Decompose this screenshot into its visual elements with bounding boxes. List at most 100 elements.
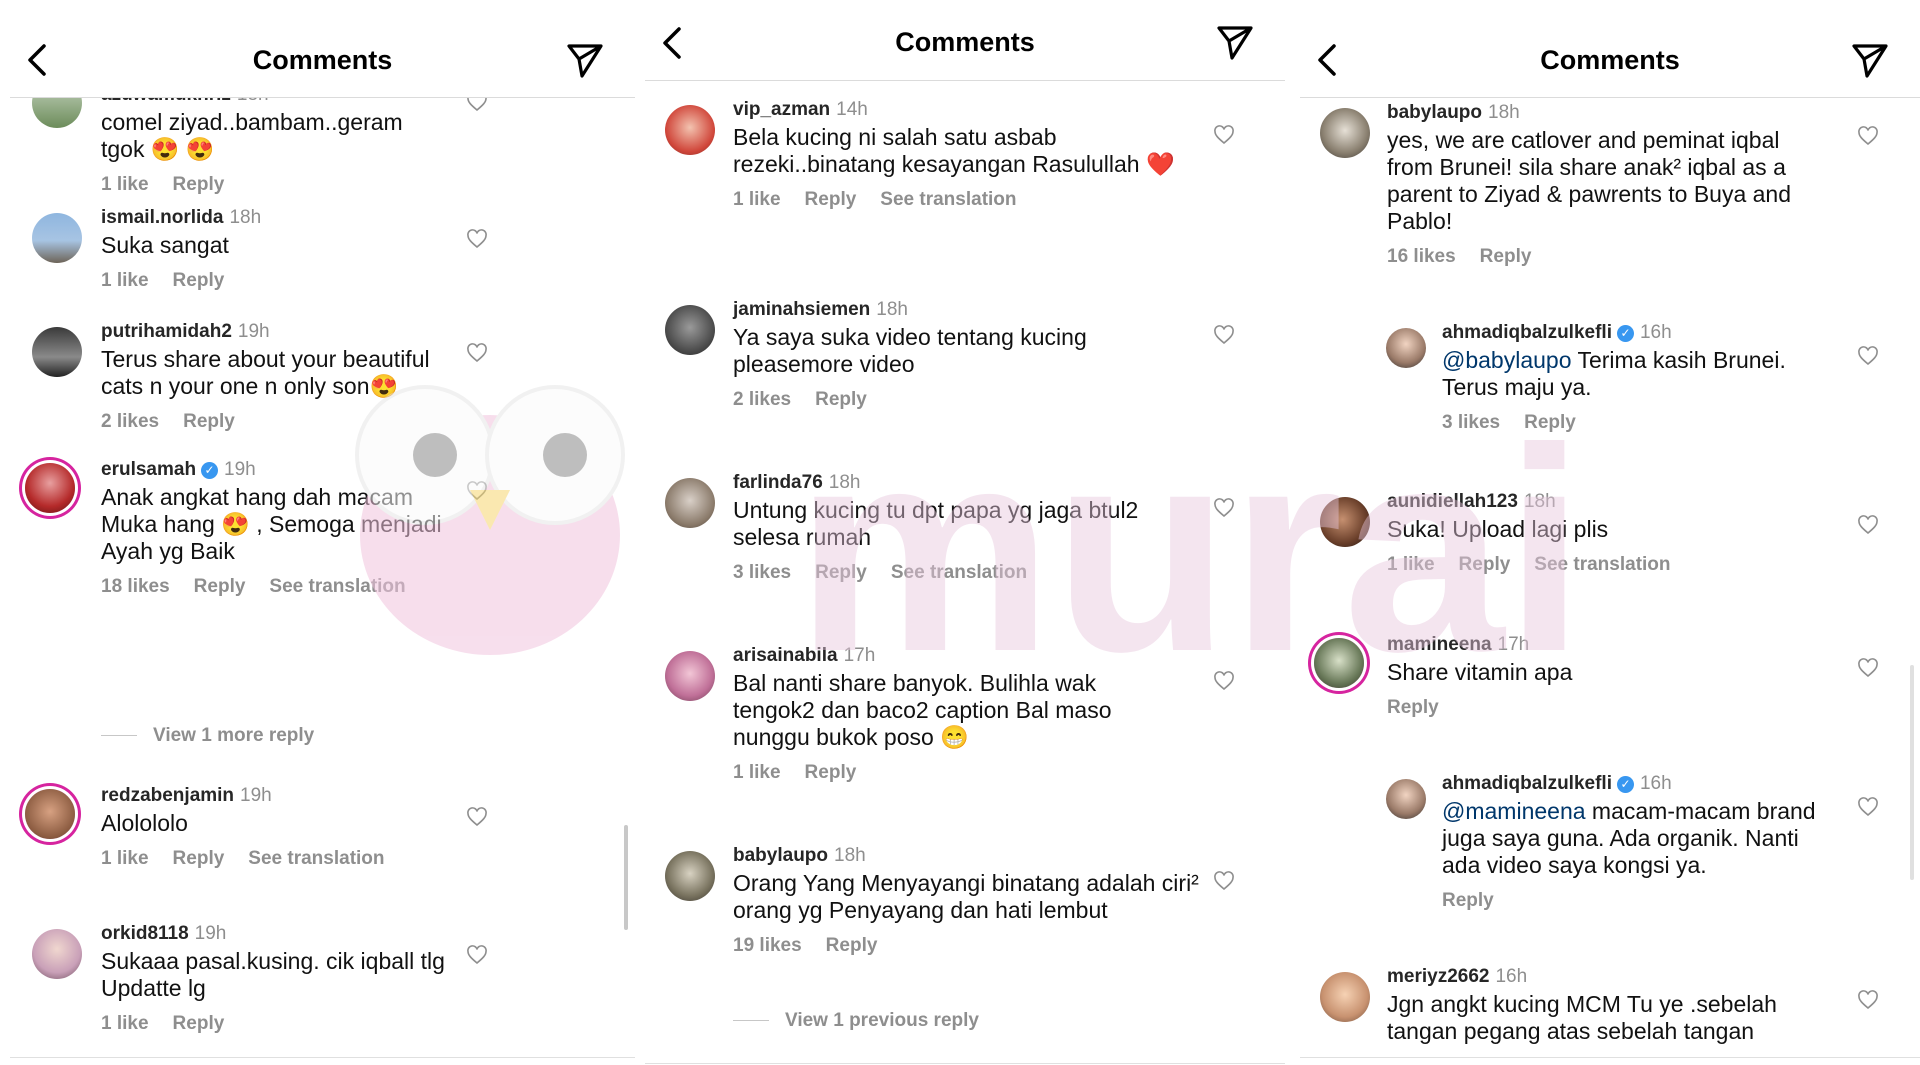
reply-button[interactable]: Reply bbox=[1442, 890, 1494, 911]
avatar[interactable] bbox=[1314, 638, 1364, 688]
view-previous-replies-button[interactable]: View 1 previous reply bbox=[733, 1010, 979, 1032]
like-count[interactable]: 1 like bbox=[101, 848, 149, 869]
reply-button[interactable]: Reply bbox=[173, 848, 225, 869]
avatar[interactable] bbox=[32, 327, 82, 377]
heart-outline-icon[interactable] bbox=[1213, 498, 1235, 518]
like-count[interactable]: 1 like bbox=[733, 189, 781, 210]
mention-link[interactable]: @babylaupo bbox=[1442, 347, 1572, 373]
avatar[interactable] bbox=[1320, 108, 1370, 158]
comment-time: 16h bbox=[1495, 966, 1528, 987]
reply-button[interactable]: Reply bbox=[805, 189, 857, 210]
heart-outline-icon[interactable] bbox=[466, 807, 488, 827]
like-count[interactable]: 2 likes bbox=[101, 411, 159, 432]
see-translation-link[interactable]: See translation bbox=[880, 189, 1016, 210]
page-title: Comments bbox=[895, 27, 1035, 57]
comment-username[interactable]: erulsamah bbox=[101, 459, 196, 480]
see-translation-link[interactable]: See translation bbox=[248, 848, 384, 869]
heart-outline-icon[interactable] bbox=[1213, 671, 1235, 691]
avatar[interactable] bbox=[1386, 779, 1426, 819]
like-count[interactable]: 1 like bbox=[101, 174, 149, 195]
comment-username[interactable]: redzabenjamin bbox=[101, 785, 234, 806]
comment-username[interactable]: ahmadiqbalzulkefli bbox=[1442, 773, 1612, 794]
avatar[interactable] bbox=[1320, 972, 1370, 1022]
reply-button[interactable]: Reply bbox=[173, 1013, 225, 1034]
comment-username[interactable]: orkid8118 bbox=[101, 923, 189, 944]
avatar[interactable] bbox=[665, 305, 715, 355]
avatar[interactable] bbox=[665, 651, 715, 701]
divider bbox=[645, 1063, 1285, 1064]
reply-button[interactable]: Reply bbox=[173, 174, 225, 195]
avatar[interactable] bbox=[32, 929, 82, 979]
reply-button[interactable]: Reply bbox=[194, 576, 246, 597]
like-count[interactable]: 2 likes bbox=[733, 389, 791, 410]
avatar[interactable] bbox=[32, 213, 82, 263]
comment-text: Bal nanti share banyok. Bulihla wak teng… bbox=[733, 670, 1112, 750]
paper-plane-icon[interactable] bbox=[565, 40, 605, 80]
heart-outline-icon[interactable] bbox=[466, 945, 488, 965]
reply-button[interactable]: Reply bbox=[815, 562, 867, 583]
reply-button[interactable]: Reply bbox=[1459, 554, 1511, 575]
like-count[interactable]: 1 like bbox=[1387, 554, 1435, 575]
like-count[interactable]: 18 likes bbox=[101, 576, 170, 597]
paper-plane-icon[interactable] bbox=[1850, 40, 1890, 80]
comment-username[interactable]: ahmadiqbalzulkefli bbox=[1442, 322, 1612, 343]
comment-time: 18h bbox=[229, 207, 262, 228]
comment-username[interactable]: putrihamidah2 bbox=[101, 321, 232, 342]
comment-time: 18h bbox=[876, 299, 908, 320]
comment-username[interactable]: jaminahsiemen bbox=[733, 299, 870, 320]
see-translation-link[interactable]: See translation bbox=[269, 576, 405, 597]
scrollbar[interactable] bbox=[1910, 665, 1914, 880]
avatar[interactable] bbox=[665, 478, 715, 528]
reply-button[interactable]: Reply bbox=[815, 389, 867, 410]
reply-button[interactable]: Reply bbox=[173, 270, 225, 291]
reply-button[interactable]: Reply bbox=[183, 411, 235, 432]
avatar[interactable] bbox=[665, 105, 715, 155]
like-count[interactable]: 3 likes bbox=[1442, 412, 1500, 433]
like-count[interactable]: 1 like bbox=[733, 762, 781, 783]
comment-username[interactable]: mamineena bbox=[1387, 634, 1492, 655]
avatar[interactable] bbox=[1320, 497, 1370, 547]
comment-username[interactable]: farlinda76 bbox=[733, 472, 823, 493]
like-count[interactable]: 16 likes bbox=[1387, 246, 1456, 267]
reply-button[interactable]: Reply bbox=[1387, 697, 1439, 718]
comment-username[interactable]: ismail.norlida bbox=[101, 207, 223, 228]
comment-username[interactable]: arisainabila bbox=[733, 645, 838, 666]
reply-button[interactable]: Reply bbox=[805, 762, 857, 783]
heart-outline-icon[interactable] bbox=[1857, 515, 1879, 535]
avatar[interactable] bbox=[1386, 328, 1426, 368]
heart-outline-icon[interactable] bbox=[1857, 990, 1879, 1010]
heart-outline-icon[interactable] bbox=[1857, 126, 1879, 146]
heart-outline-icon[interactable] bbox=[1213, 871, 1235, 891]
scrollbar[interactable] bbox=[624, 825, 628, 930]
heart-outline-icon[interactable] bbox=[466, 481, 488, 501]
heart-outline-icon[interactable] bbox=[1213, 125, 1235, 145]
like-count[interactable]: 19 likes bbox=[733, 935, 802, 956]
comment-username[interactable]: babylaupo bbox=[1387, 102, 1482, 123]
see-translation-link[interactable]: See translation bbox=[1534, 554, 1670, 575]
mention-link[interactable]: @mamineena bbox=[1442, 798, 1586, 824]
heart-outline-icon[interactable] bbox=[466, 229, 488, 249]
see-translation-link[interactable]: See translation bbox=[891, 562, 1027, 583]
avatar[interactable] bbox=[665, 851, 715, 901]
avatar[interactable] bbox=[25, 463, 75, 513]
reply-button[interactable]: Reply bbox=[826, 935, 878, 956]
like-count[interactable]: 1 like bbox=[101, 270, 149, 291]
paper-plane-icon[interactable] bbox=[1215, 22, 1255, 62]
heart-outline-icon[interactable] bbox=[1213, 325, 1235, 345]
heart-outline-icon[interactable] bbox=[1857, 346, 1879, 366]
heart-outline-icon[interactable] bbox=[466, 343, 488, 363]
reply-button[interactable]: Reply bbox=[1480, 246, 1532, 267]
heart-outline-icon[interactable] bbox=[1857, 658, 1879, 678]
comment-username[interactable]: meriyz2662 bbox=[1387, 966, 1489, 987]
view-more-replies-button[interactable]: View 1 more reply bbox=[101, 725, 314, 747]
avatar[interactable] bbox=[25, 789, 75, 839]
view-more-label: View 1 previous reply bbox=[785, 1010, 979, 1031]
comment-username[interactable]: aunidiellah123 bbox=[1387, 491, 1518, 512]
reply-button[interactable]: Reply bbox=[1524, 412, 1576, 433]
like-count[interactable]: 3 likes bbox=[733, 562, 791, 583]
like-count[interactable]: 1 like bbox=[101, 1013, 149, 1034]
comment-time: 17h bbox=[843, 645, 876, 666]
heart-outline-icon[interactable] bbox=[1857, 797, 1879, 817]
comment-username[interactable]: babylaupo bbox=[733, 845, 828, 866]
comment-username[interactable]: vip_azman bbox=[733, 99, 830, 120]
